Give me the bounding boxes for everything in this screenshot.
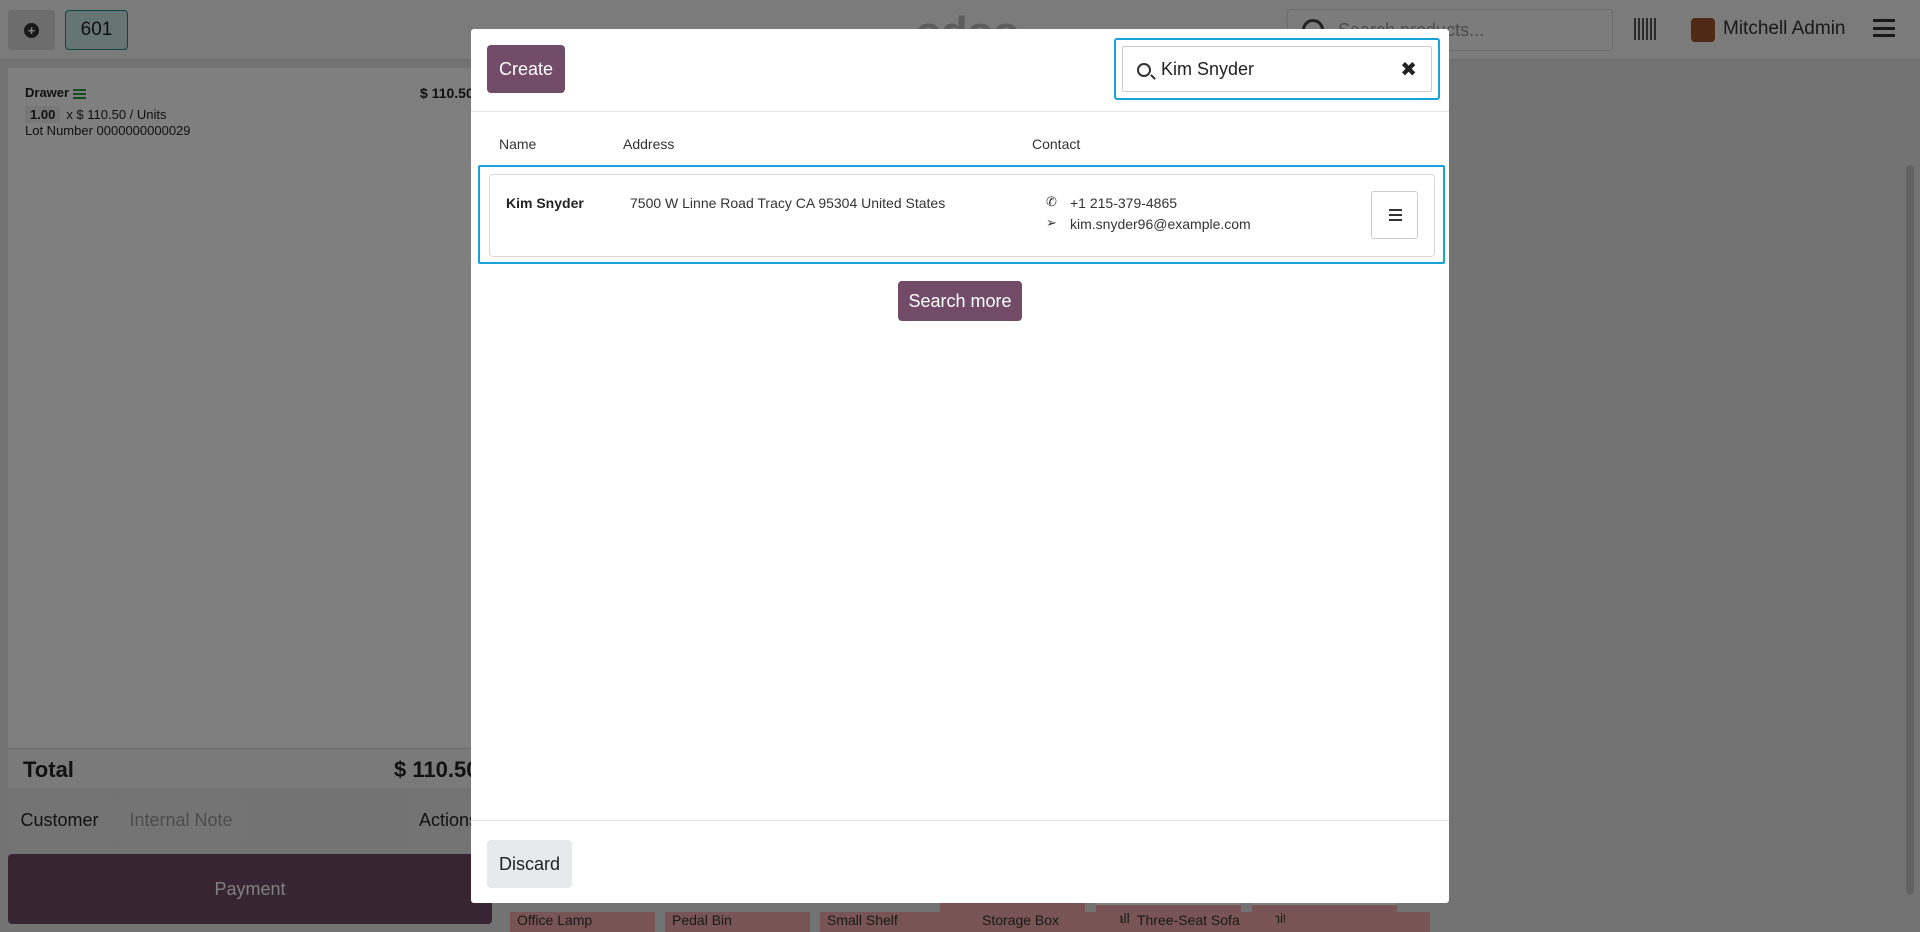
column-header-contact: Contact [1032, 136, 1081, 152]
partner-details-button[interactable] [1371, 191, 1418, 239]
column-header-name: Name [499, 136, 537, 152]
paper-plane-icon: ➢ [1046, 215, 1057, 230]
column-header-address: Address [623, 136, 675, 152]
discard-button[interactable]: Discard [487, 840, 572, 888]
table-row[interactable]: Kim Snyder 7500 W Linne Road Tracy CA 95… [489, 174, 1435, 257]
partner-search-field[interactable]: ✖ [1122, 46, 1432, 92]
partner-row-focus: Kim Snyder 7500 W Linne Road Tracy CA 95… [478, 165, 1445, 264]
partner-address: 7500 W Linne Road Tracy CA 95304 United … [630, 195, 946, 211]
phone-icon: ✆ [1046, 194, 1057, 209]
partner-name: Kim Snyder [506, 195, 584, 211]
search-icon [1137, 63, 1151, 77]
dialog-header: Create ✖ [471, 29, 1449, 112]
partner-search: ✖ [1114, 38, 1440, 100]
partner-list-dialog: Create ✖ Name Address Contact Kim Snyder… [471, 29, 1449, 903]
create-button[interactable]: Create [487, 45, 565, 93]
bars-icon [1389, 209, 1402, 221]
partner-phone: +1 215-379-4865 [1070, 195, 1178, 211]
partner-search-input[interactable] [1161, 55, 1381, 83]
search-more-button[interactable]: Search more [898, 281, 1022, 321]
dialog-footer: Discard [471, 820, 1449, 903]
partner-email: kim.snyder96@example.com [1070, 216, 1251, 232]
clear-search-icon[interactable]: ✖ [1400, 57, 1417, 82]
